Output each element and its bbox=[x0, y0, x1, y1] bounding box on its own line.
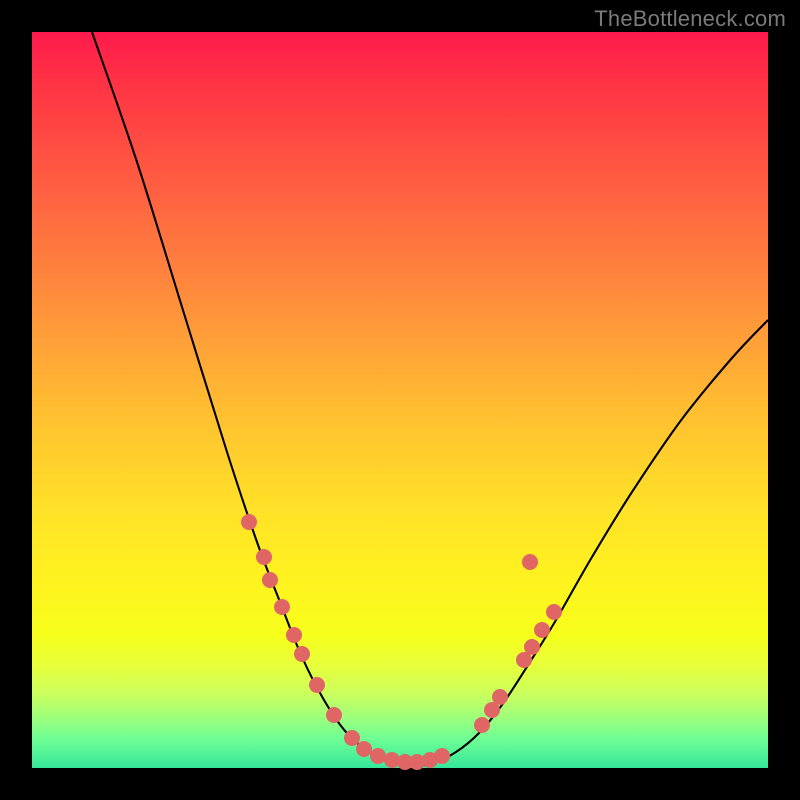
data-dot bbox=[492, 689, 508, 705]
data-dots bbox=[241, 514, 562, 770]
data-dot bbox=[326, 707, 342, 723]
data-dot bbox=[434, 748, 450, 764]
bottleneck-curve bbox=[92, 32, 768, 766]
data-dot bbox=[474, 717, 490, 733]
chart-frame: TheBottleneck.com bbox=[0, 0, 800, 800]
data-dot bbox=[256, 549, 272, 565]
data-dot bbox=[370, 748, 386, 764]
data-dot bbox=[274, 599, 290, 615]
data-dot bbox=[262, 572, 278, 588]
data-dot bbox=[546, 604, 562, 620]
data-dot bbox=[294, 646, 310, 662]
plot-area bbox=[32, 32, 768, 768]
watermark-text: TheBottleneck.com bbox=[594, 6, 786, 32]
data-dot bbox=[344, 730, 360, 746]
data-dot bbox=[309, 677, 325, 693]
data-dot bbox=[356, 741, 372, 757]
data-dot bbox=[286, 627, 302, 643]
curve-layer bbox=[32, 32, 768, 768]
data-dot bbox=[241, 514, 257, 530]
data-dot bbox=[534, 622, 550, 638]
data-dot bbox=[522, 554, 538, 570]
data-dot bbox=[524, 639, 540, 655]
